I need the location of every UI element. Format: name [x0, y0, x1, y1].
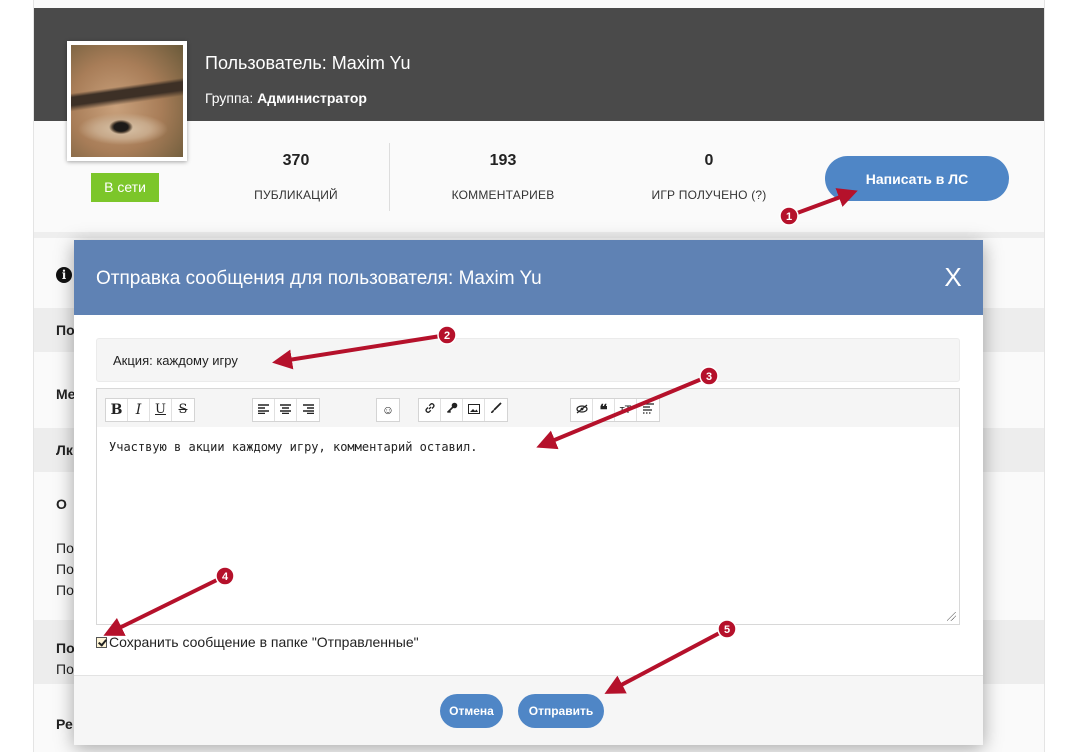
stat-label: ПУБЛИКАЦИЙ: [254, 188, 338, 202]
quote-icon[interactable]: ❝: [593, 399, 615, 421]
strikethrough-button[interactable]: S: [172, 399, 194, 421]
align-center-icon[interactable]: [275, 399, 297, 421]
bold-button[interactable]: B: [106, 399, 128, 421]
stat-value: 0: [704, 152, 714, 169]
dialog-title: Отправка сообщения для пользователя: Max…: [96, 268, 542, 289]
align-right-icon[interactable]: [297, 399, 319, 421]
align-group: [252, 398, 320, 422]
info-row-label: Ре: [56, 716, 73, 732]
info-row-label: По: [56, 661, 74, 677]
section-divider: [34, 232, 1044, 238]
dialog-footer: Отмена Отправить: [74, 675, 983, 745]
underline-button[interactable]: U: [150, 399, 172, 421]
write-pm-button[interactable]: Написать в ЛС: [825, 156, 1009, 201]
send-message-dialog: Отправка сообщения для пользователя: Max…: [74, 240, 983, 745]
stat-divider: [389, 143, 390, 211]
stat-publications: 370 ПУБЛИКАЦИЙ: [211, 152, 381, 202]
link-icon[interactable]: [419, 399, 441, 421]
info-row-label: По: [56, 640, 75, 656]
save-copy-checkbox[interactable]: [96, 636, 107, 648]
key-icon[interactable]: [441, 399, 463, 421]
info-icon: i: [56, 267, 72, 283]
align-left-icon[interactable]: [253, 399, 275, 421]
avatar-photo: [71, 45, 183, 157]
hide-icon[interactable]: [571, 399, 593, 421]
text-size-icon[interactable]: тT: [615, 399, 637, 421]
subject-input[interactable]: [96, 338, 960, 382]
message-textarea[interactable]: Участвую в акции каждому игру, комментар…: [97, 427, 959, 624]
send-button[interactable]: Отправить: [518, 694, 604, 728]
editor-toolbar: B I U S ☺ ❝ тT: [97, 389, 959, 428]
stat-label[interactable]: ИГР ПОЛУЧЕНО (?): [624, 188, 794, 202]
info-row-label: По: [56, 322, 75, 338]
dialog-header: Отправка сообщения для пользователя: Max…: [74, 240, 983, 315]
emoji-group: ☺: [376, 398, 400, 422]
info-row-label: По: [56, 582, 74, 598]
info-row-label: О: [56, 496, 67, 512]
resize-handle[interactable]: [947, 612, 956, 621]
save-copy-label[interactable]: Сохранить сообщение в папке "Отправленны…: [109, 634, 419, 650]
format-group: B I U S: [105, 398, 195, 422]
message-editor: B I U S ☺ ❝ тT Участвую в акции каждому …: [96, 388, 960, 625]
italic-button[interactable]: I: [128, 399, 150, 421]
cancel-button[interactable]: Отмена: [440, 694, 503, 728]
stat-value: 193: [489, 152, 517, 169]
save-copy-option[interactable]: Сохранить сообщение в папке "Отправленны…: [96, 633, 419, 651]
stat-games: 0 ИГР ПОЛУЧЕНО (?): [624, 152, 794, 202]
info-row-label: По: [56, 540, 74, 556]
status-badge: В сети: [91, 173, 159, 202]
image-icon[interactable]: [463, 399, 485, 421]
smile-icon[interactable]: ☺: [377, 399, 399, 421]
misc-group: ❝ тT: [570, 398, 660, 422]
avatar[interactable]: [67, 41, 187, 161]
stat-comments: 193 КОММЕНТАРИЕВ: [418, 152, 588, 202]
brush-icon[interactable]: [485, 399, 507, 421]
spoiler-icon[interactable]: [637, 399, 659, 421]
stat-label: КОММЕНТАРИЕВ: [451, 188, 555, 202]
info-row-label: Ме: [56, 386, 76, 402]
stat-value: 370: [282, 152, 310, 169]
group-prefix: Группа:: [205, 90, 254, 106]
info-row-label: Лк: [56, 442, 73, 458]
user-group: Группа: Администратор: [205, 90, 367, 106]
info-row-label: По: [56, 561, 74, 577]
insert-group: [418, 398, 508, 422]
group-value: Администратор: [257, 90, 367, 106]
user-name: Пользователь: Maxim Yu: [205, 53, 411, 73]
close-icon[interactable]: X: [940, 264, 966, 290]
